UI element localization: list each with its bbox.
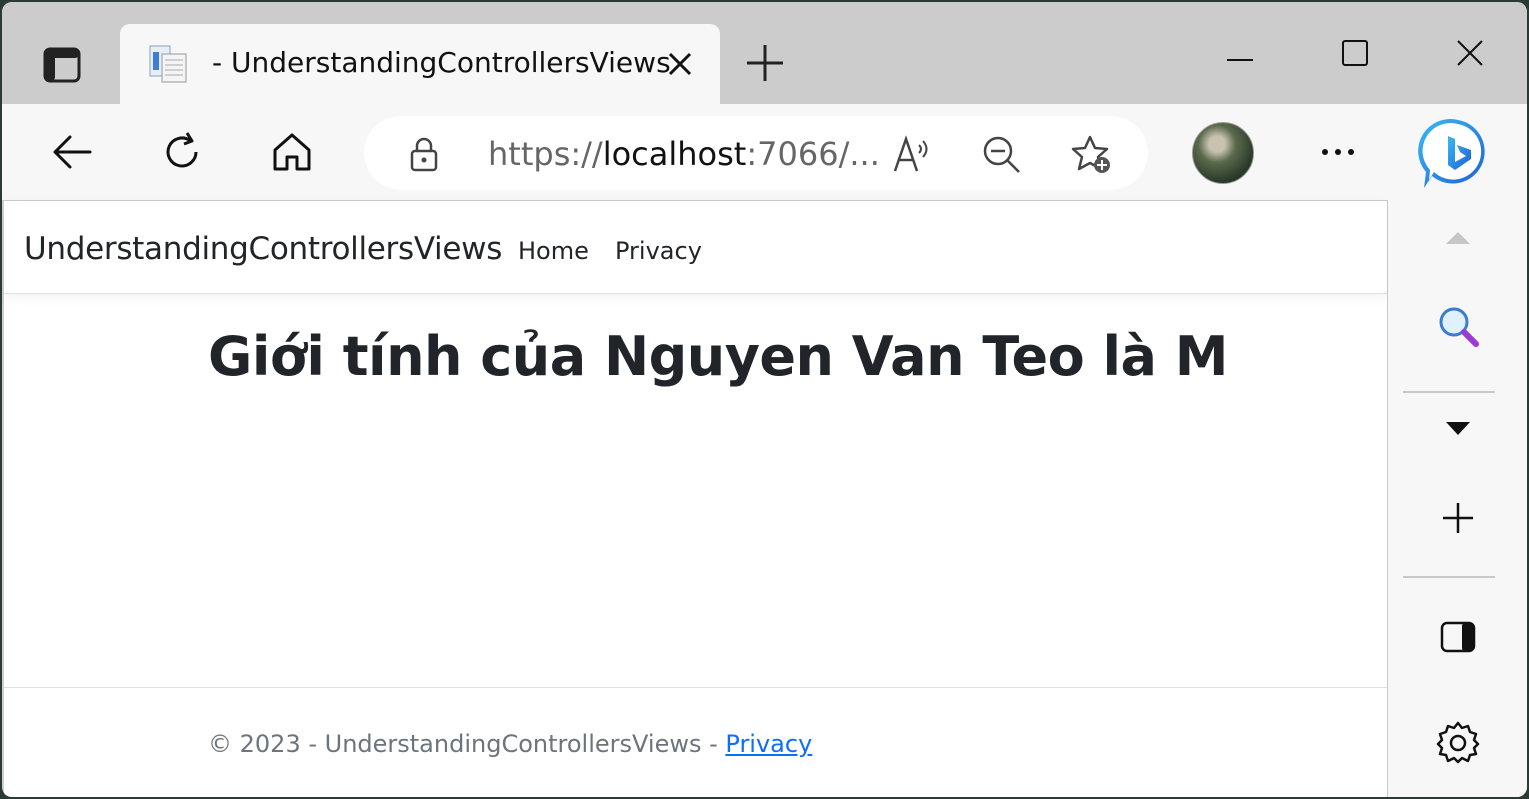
plus-icon[interactable] — [740, 40, 790, 86]
footer-text: © 2023 - UnderstandingControllersViews -… — [208, 730, 813, 758]
tab-title: - UnderstandingControllersViews — [212, 46, 671, 79]
page-heading: Giới tính của Nguyen Van Teo là M — [208, 325, 1229, 388]
toolbar: https://localhost:7066/... — [2, 104, 1527, 200]
nav-home[interactable]: Home — [518, 237, 589, 265]
tab-bar: - UnderstandingControllersViews — [2, 2, 1527, 104]
zoom-out-icon[interactable] — [980, 133, 1022, 175]
url-text[interactable]: https://localhost:7066/... — [488, 135, 880, 173]
dropdown-icon[interactable] — [1428, 398, 1488, 458]
lock-icon[interactable] — [406, 136, 442, 172]
page-viewport: UnderstandingControllersViews Home Priva… — [4, 200, 1388, 797]
more-icon[interactable] — [1308, 122, 1368, 182]
profile-avatar[interactable] — [1192, 122, 1254, 184]
footer-privacy-link[interactable]: Privacy — [725, 730, 812, 758]
close-icon[interactable] — [664, 48, 696, 80]
add-favorite-icon[interactable] — [1070, 133, 1112, 175]
site-brand[interactable]: UnderstandingControllersViews — [24, 231, 502, 267]
edge-sidebar — [1388, 200, 1527, 797]
refresh-icon[interactable] — [152, 122, 212, 182]
window-close-icon[interactable] — [1444, 30, 1496, 76]
sidebar-divider — [1403, 576, 1495, 578]
home-icon[interactable] — [262, 122, 322, 182]
minimize-icon[interactable] — [1214, 30, 1266, 76]
settings-icon[interactable] — [1428, 712, 1488, 772]
bing-copilot-icon[interactable] — [1418, 114, 1498, 194]
page-favicon-icon — [149, 45, 187, 83]
split-screen-icon[interactable] — [1428, 607, 1488, 667]
site-footer: © 2023 - UnderstandingControllersViews -… — [4, 687, 1387, 797]
add-icon[interactable] — [1428, 488, 1488, 548]
address-bar[interactable]: https://localhost:7066/... — [364, 116, 1148, 190]
active-tab[interactable]: - UnderstandingControllersViews — [120, 24, 720, 104]
browser-window: - UnderstandingControllersViews https://… — [2, 2, 1527, 797]
sidebar-divider — [1403, 391, 1495, 393]
maximize-icon[interactable] — [1329, 30, 1381, 76]
tab-actions-icon[interactable] — [32, 40, 92, 90]
read-aloud-icon[interactable] — [890, 133, 932, 175]
site-navbar: UnderstandingControllersViews Home Priva… — [4, 201, 1387, 294]
nav-privacy[interactable]: Privacy — [615, 237, 702, 265]
back-arrow-icon[interactable] — [42, 122, 102, 182]
search-icon[interactable] — [1428, 296, 1488, 356]
scroll-up-icon[interactable] — [1428, 208, 1488, 268]
